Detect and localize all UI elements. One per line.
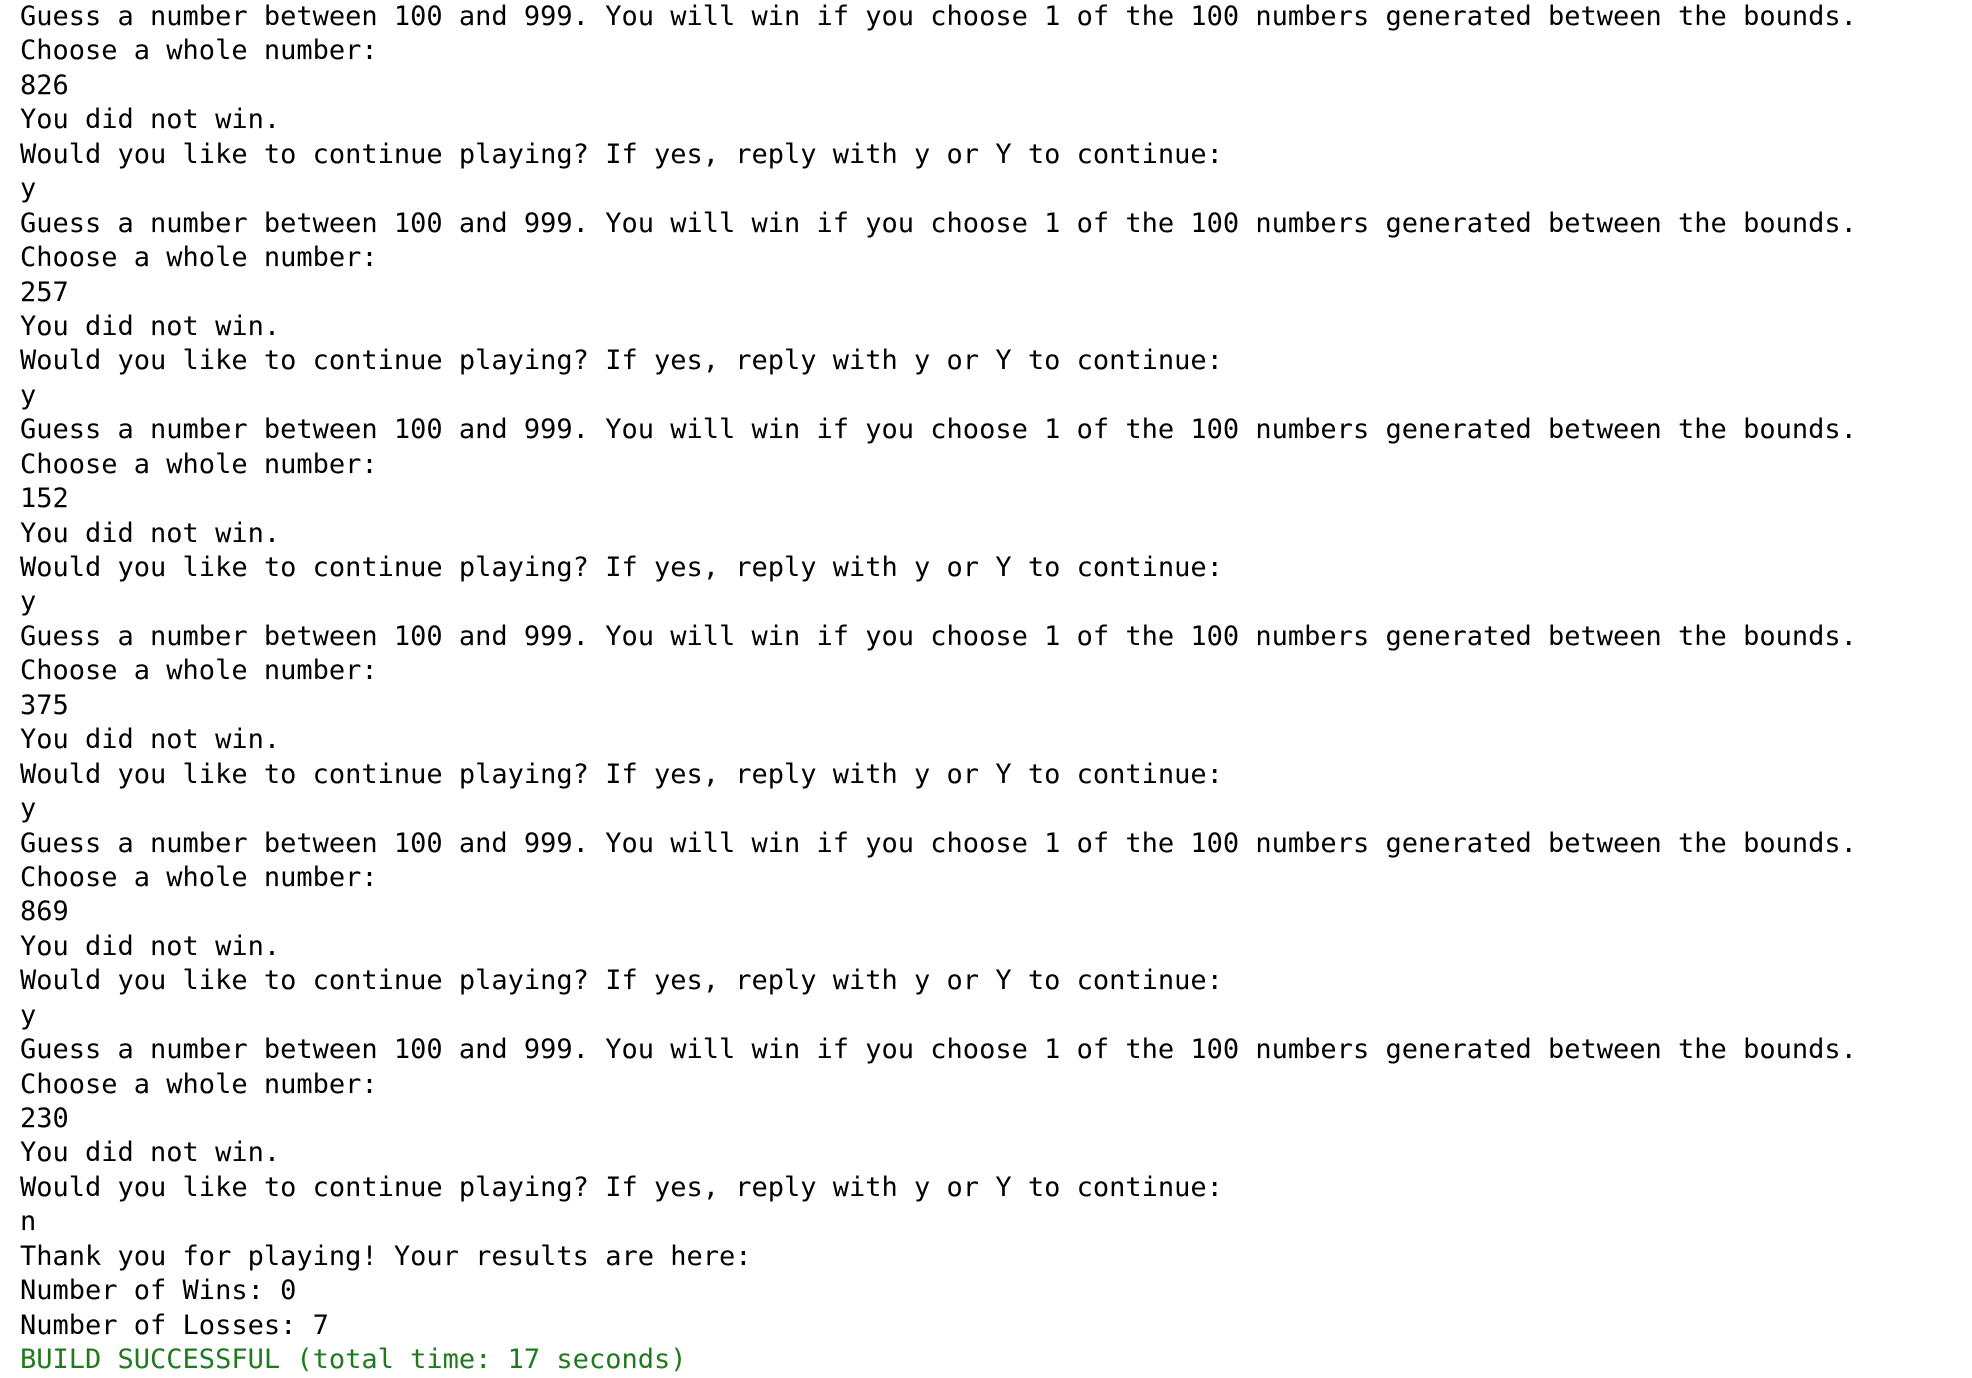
output-line: Choose a whole number: xyxy=(20,35,378,67)
output-line: Guess a number between 100 and 999. You … xyxy=(20,827,1857,859)
output-line: Choose a whole number: xyxy=(20,242,378,274)
output-line: Would you like to continue playing? If y… xyxy=(20,552,1223,583)
output-line: Would you like to continue playing? If y… xyxy=(20,345,1223,377)
output-line: 375 xyxy=(20,689,69,721)
output-line: 826 xyxy=(20,69,69,101)
output-line: Would you like to continue playing? If y… xyxy=(20,1171,1223,1203)
output-line: Choose a whole number: xyxy=(20,448,378,480)
output-line: Guess a number between 100 and 999. You … xyxy=(20,1034,1857,1066)
output-line: y xyxy=(20,379,37,411)
output-line: Would you like to continue playing? If y… xyxy=(20,138,1223,170)
output-line: 257 xyxy=(20,276,69,308)
output-line: 869 xyxy=(20,896,69,928)
output-line: You did not win. xyxy=(20,930,281,962)
output-line: Guess a number between 100 and 999. You … xyxy=(20,1,1857,32)
output-line: y xyxy=(20,793,37,825)
output-line: You did not win. xyxy=(20,724,281,756)
output-line: 230 xyxy=(20,1103,69,1134)
output-line: Choose a whole number: xyxy=(20,861,378,893)
output-line: You did not win. xyxy=(20,310,281,342)
output-line: Number of Losses: 7 xyxy=(20,1309,329,1341)
output-line: y xyxy=(20,586,37,618)
output-line: Would you like to continue playing? If y… xyxy=(20,965,1223,997)
output-line: y xyxy=(20,999,37,1031)
output-line: n xyxy=(20,1206,37,1238)
output-line: You did not win. xyxy=(20,104,281,136)
output-line: You did not win. xyxy=(20,1137,281,1169)
output-line: Guess a number between 100 and 999. You … xyxy=(20,207,1857,239)
build-status-line: BUILD SUCCESSFUL (total time: 17 seconds… xyxy=(20,1344,687,1376)
output-line: Would you like to continue playing? If y… xyxy=(20,758,1223,790)
output-line: 152 xyxy=(20,483,69,515)
output-line: Guess a number between 100 and 999. You … xyxy=(20,414,1857,446)
output-line: Thank you for playing! Your results are … xyxy=(20,1240,752,1272)
output-line: Choose a whole number: xyxy=(20,655,378,687)
output-line: Number of Wins: 0 xyxy=(20,1275,297,1307)
output-line: Guess a number between 100 and 999. You … xyxy=(20,620,1857,652)
console-output: Guess a number between 100 and 999. You … xyxy=(20,0,1960,1378)
output-line: y xyxy=(20,173,37,205)
output-line: Choose a whole number: xyxy=(20,1068,378,1100)
output-line: You did not win. xyxy=(20,517,281,549)
